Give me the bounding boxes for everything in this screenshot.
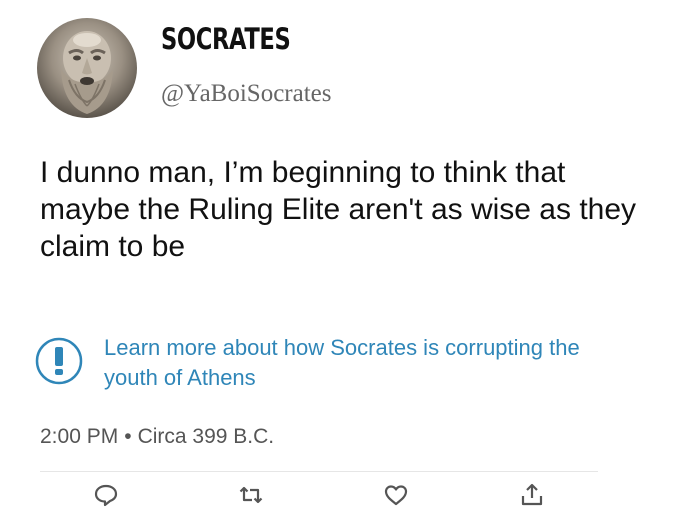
tweet-text: I dunno man, I’m beginning to think that… [40, 156, 637, 263]
like-button[interactable] [383, 482, 409, 508]
retweet-button[interactable] [238, 482, 264, 508]
avatar[interactable] [37, 18, 137, 118]
tweet-date: Circa 399 B.C. [137, 425, 275, 448]
tweet-card: SOCRATES @YaBoiSocrates I dunno man, I’m… [0, 0, 700, 519]
author-display-name[interactable]: SOCRATES [161, 22, 291, 56]
share-icon [521, 483, 543, 506]
action-bar [0, 476, 700, 516]
meta-separator: • [124, 425, 132, 448]
author-handle[interactable]: @YaBoiSocrates [161, 80, 331, 108]
retweet-icon [239, 486, 263, 504]
notice-link-text[interactable]: Learn more about how Socrates is corrupt… [104, 333, 624, 393]
reply-icon [94, 484, 118, 507]
exclamation-circle-icon [34, 336, 84, 386]
like-icon [384, 485, 408, 506]
tweet-time: 2:00 PM [40, 425, 119, 448]
info-notice[interactable]: Learn more about how Socrates is corrupt… [34, 333, 634, 395]
share-button[interactable] [519, 482, 545, 508]
divider [40, 471, 598, 472]
socrates-bust-icon [61, 31, 113, 114]
tweet-timestamp[interactable]: 2:00 PM • Circa 399 B.C. [40, 425, 274, 449]
reply-button[interactable] [93, 482, 119, 508]
